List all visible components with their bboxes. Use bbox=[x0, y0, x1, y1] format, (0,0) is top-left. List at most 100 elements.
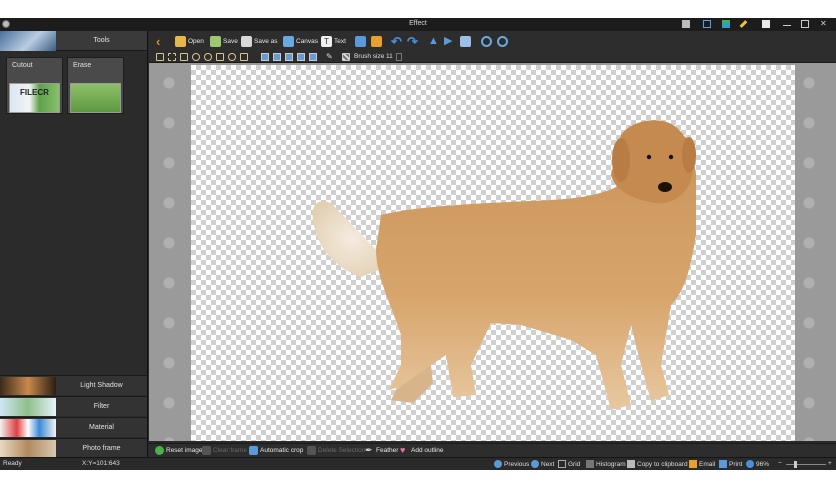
save-as-button[interactable]: Save as bbox=[241, 35, 278, 48]
mode-add-icon[interactable] bbox=[273, 53, 281, 61]
feather-button[interactable]: ✒ Feather bbox=[365, 446, 398, 455]
zoom-out-button[interactable] bbox=[497, 35, 508, 48]
brush-pattern-icon[interactable] bbox=[342, 53, 350, 61]
next-button[interactable]: Next bbox=[531, 460, 554, 468]
zoom-slider[interactable] bbox=[786, 461, 826, 468]
email-label: Email bbox=[699, 460, 716, 468]
lasso-icon[interactable] bbox=[228, 53, 236, 61]
erase-thumbnail bbox=[70, 83, 121, 113]
dock-icon[interactable] bbox=[682, 20, 690, 28]
brush-size-spinner[interactable] bbox=[396, 53, 402, 61]
zoom-minus-button[interactable]: − bbox=[778, 460, 782, 467]
light-shadow-item[interactable]: Light Shadow bbox=[0, 375, 147, 395]
save-button[interactable]: Save bbox=[210, 35, 238, 48]
next-label: Next bbox=[541, 460, 555, 468]
fullscreen-icon[interactable] bbox=[703, 20, 711, 28]
histogram-button[interactable]: Histogram bbox=[586, 460, 626, 468]
close-icon[interactable]: ✕ bbox=[820, 20, 828, 28]
square-select-icon[interactable] bbox=[180, 53, 188, 61]
gallery-icon[interactable] bbox=[722, 20, 730, 28]
mode-intersect-icon[interactable] bbox=[297, 53, 305, 61]
heart-select-icon[interactable] bbox=[204, 53, 212, 61]
minimize-icon[interactable] bbox=[783, 20, 791, 26]
reset-icon bbox=[155, 446, 164, 455]
crop-icon bbox=[249, 446, 258, 455]
maximize-icon[interactable] bbox=[801, 20, 809, 28]
pointer-icon[interactable] bbox=[156, 53, 164, 61]
coords-readout: X:Y=101:643 bbox=[82, 460, 120, 467]
reset-image-button[interactable]: Reset image bbox=[155, 446, 203, 455]
save-label: Save bbox=[223, 38, 238, 45]
save-as-label: Save as bbox=[254, 38, 278, 45]
grid-icon bbox=[558, 460, 566, 468]
email-button[interactable] bbox=[371, 35, 382, 48]
next-icon bbox=[531, 460, 539, 468]
tools-header[interactable]: Tools bbox=[0, 31, 147, 51]
previous-label: Previous bbox=[504, 460, 530, 468]
grid-label: Grid bbox=[568, 460, 581, 468]
open-button[interactable]: Open bbox=[175, 35, 204, 48]
flip-horizontal-button[interactable]: ▶ bbox=[444, 35, 455, 48]
clear-frame-button[interactable]: Clear frame bbox=[202, 446, 247, 455]
canvas-button[interactable]: Canvas bbox=[283, 35, 318, 48]
copy-clipboard-button[interactable]: Copy to clipboard bbox=[627, 460, 688, 468]
brush-size-label: Brush size bbox=[354, 53, 385, 60]
polygon-select-icon[interactable] bbox=[216, 53, 224, 61]
back-button[interactable]: ‹ bbox=[156, 35, 167, 48]
cutout-thumbnail: FILECR bbox=[9, 83, 60, 113]
undo-button[interactable]: ↶ bbox=[391, 35, 402, 48]
light-shadow-label: Light Shadow bbox=[80, 382, 123, 389]
zoom-out-icon bbox=[497, 36, 508, 47]
cutout-tool-card[interactable]: Cutout FILECR bbox=[6, 57, 63, 114]
triangle-right-icon: ▶ bbox=[444, 35, 453, 47]
material-item[interactable]: Material bbox=[0, 417, 147, 437]
brush-size-value[interactable]: 11 bbox=[386, 53, 393, 60]
erase-tool-card[interactable]: Erase bbox=[67, 57, 124, 114]
automatic-crop-button[interactable]: Automatic crop bbox=[249, 446, 303, 455]
text-button[interactable]: T Text bbox=[321, 35, 346, 48]
photo-frame-thumbnail bbox=[0, 440, 56, 458]
automatic-crop-label: Automatic crop bbox=[260, 447, 304, 454]
canvas-area[interactable] bbox=[149, 63, 836, 441]
previous-button[interactable]: Previous bbox=[494, 460, 529, 468]
dog-cutout-image bbox=[312, 120, 696, 410]
print-status-button[interactable]: Print bbox=[719, 460, 742, 468]
note-icon[interactable] bbox=[762, 20, 770, 28]
histogram-icon bbox=[586, 460, 594, 468]
filter-thumbnail bbox=[0, 398, 56, 416]
text-icon: T bbox=[321, 36, 332, 47]
rotate-icon bbox=[460, 36, 471, 47]
print-button[interactable] bbox=[355, 35, 366, 48]
flip-vertical-button[interactable]: ▲ bbox=[428, 35, 439, 48]
filter-item[interactable]: Filter bbox=[0, 396, 147, 416]
magic-wand-icon[interactable] bbox=[240, 53, 248, 61]
mode-invert-icon[interactable] bbox=[309, 53, 317, 61]
open-label: Open bbox=[188, 38, 204, 45]
zoom-slider-thumb[interactable] bbox=[794, 461, 797, 468]
clipboard-icon bbox=[627, 460, 635, 468]
add-outline-label: Add outline bbox=[411, 447, 444, 454]
mode-new-icon[interactable] bbox=[261, 53, 269, 61]
print-icon bbox=[719, 460, 727, 468]
previous-icon bbox=[494, 460, 502, 468]
grid-button[interactable]: Grid bbox=[558, 460, 580, 468]
feather-label: Feather bbox=[376, 447, 399, 454]
add-outline-button[interactable]: ♥ Add outline bbox=[400, 446, 444, 455]
photo-frame-item[interactable]: Photo frame bbox=[0, 438, 147, 458]
watermark-text: FILECR bbox=[20, 88, 49, 97]
brush-icon[interactable]: ✎ bbox=[326, 53, 334, 61]
transparent-canvas[interactable] bbox=[191, 65, 795, 441]
clear-frame-label: Clear frame bbox=[213, 447, 247, 454]
zoom-readout: 96% bbox=[746, 460, 769, 468]
email-status-button[interactable]: Email bbox=[689, 460, 715, 468]
rect-select-icon[interactable] bbox=[168, 53, 176, 61]
ellipse-select-icon[interactable] bbox=[192, 53, 200, 61]
zoom-in-button[interactable] bbox=[481, 35, 492, 48]
zoom-plus-button[interactable]: + bbox=[828, 460, 832, 467]
rotate-button[interactable] bbox=[460, 35, 471, 48]
redo-button[interactable]: ↷ bbox=[407, 35, 418, 48]
mode-subtract-icon[interactable] bbox=[285, 53, 293, 61]
delete-selection-button[interactable]: Delete Selection bbox=[307, 446, 365, 455]
canvas-label: Canvas bbox=[296, 38, 319, 45]
delete-selection-icon bbox=[307, 446, 316, 455]
